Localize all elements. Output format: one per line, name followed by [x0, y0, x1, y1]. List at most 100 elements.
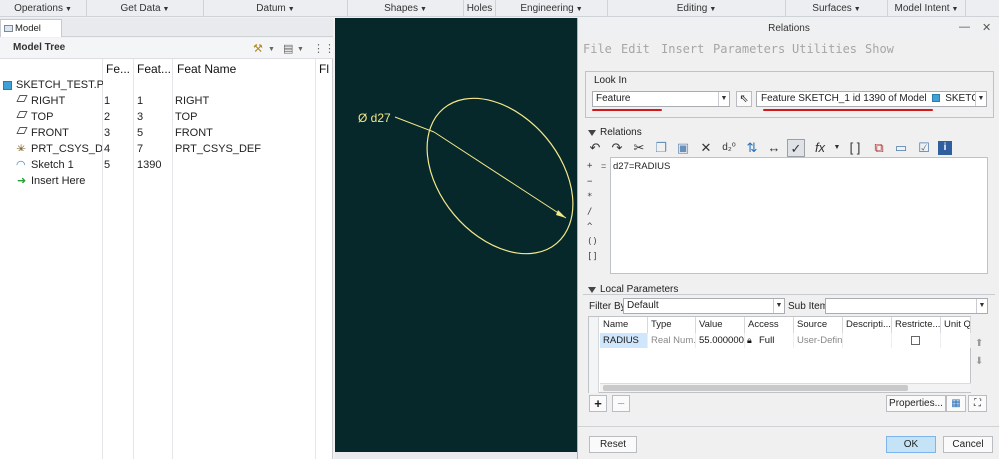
chevron-down-icon[interactable]: ▼	[828, 139, 846, 157]
paste-icon[interactable]: ▣	[674, 139, 692, 157]
evaluate-selection-icon[interactable]: ↔	[765, 139, 783, 157]
column-header-value[interactable]: Value	[696, 317, 745, 333]
dialog-menu-bar: File Edit Insert Parameters Utilities Sh…	[578, 42, 999, 60]
graphics-canvas[interactable]: Ø d27	[335, 18, 577, 459]
menu-show[interactable]: Show	[865, 42, 894, 56]
red-annotation-underline	[592, 109, 662, 111]
tree-row[interactable]: RIGHT 1 1 RIGHT	[0, 94, 332, 110]
cancel-button[interactable]: Cancel	[943, 436, 993, 453]
insert-units-icon[interactable]: ▭	[892, 139, 910, 157]
relations-dialog: Relations — ✕ File Edit Insert Parameter…	[577, 18, 999, 459]
sort-relations-icon[interactable]: ⇅	[743, 139, 761, 157]
tree-row[interactable]: ◠ Sketch 1 5 1390	[0, 158, 332, 174]
binoculars-icon[interactable]: ⛶	[968, 395, 987, 412]
tree-row-root[interactable]: SKETCH_TEST.PI	[0, 78, 332, 94]
cut-icon[interactable]: ✂	[630, 139, 648, 157]
tree-filters-icon[interactable]: ⋮⋮	[313, 42, 335, 55]
move-down-icon[interactable]: ⬇	[975, 356, 983, 367]
brackets-icon[interactable]: [ ]	[846, 139, 864, 157]
select-pointer-icon[interactable]: ⇖	[736, 91, 752, 107]
look-in-type-select[interactable]: Feature ▼	[592, 91, 730, 107]
function-icon[interactable]: fx	[811, 139, 829, 157]
column-header-unit-quantity[interactable]: Unit Qu	[941, 317, 971, 333]
undo-icon[interactable]: ↶	[586, 139, 604, 157]
access-cell[interactable]: 🔒︎ Full	[745, 333, 794, 348]
menu-utilities[interactable]: Utilities	[792, 42, 857, 56]
sketch-ellipse[interactable]	[397, 70, 577, 282]
menu-parameters[interactable]: Parameters	[713, 42, 785, 56]
minimize-icon[interactable]: —	[959, 21, 970, 33]
column-header-flags[interactable]: Fl	[319, 62, 331, 76]
collapse-arrow-icon[interactable]	[588, 130, 596, 136]
column-header-description[interactable]: Descripti...	[843, 317, 892, 333]
chevron-down-icon[interactable]: ▼	[297, 46, 304, 53]
column-header-access[interactable]: Access	[745, 317, 794, 333]
info-icon[interactable]: i	[938, 141, 952, 155]
column-header-name[interactable]: Name	[600, 317, 648, 333]
table-view-icon[interactable]: ▦	[946, 395, 966, 412]
column-header-feat-id[interactable]: Feat...	[137, 62, 171, 76]
menu-file[interactable]: File	[583, 42, 612, 56]
menu-edit[interactable]: Edit	[621, 42, 650, 56]
horizontal-scrollbar[interactable]	[600, 383, 971, 392]
ribbon-group-bar: Operations ▼ Get Data ▼ Datum ▼ Shapes ▼ Hol…	[0, 0, 999, 17]
collapse-arrow-icon[interactable]	[588, 287, 596, 293]
dimension-line	[433, 131, 567, 219]
copy-icon[interactable]: ❐	[652, 139, 670, 157]
ribbon-group-engineering[interactable]: Engineering ▼	[496, 0, 608, 17]
sub-items-select[interactable]: ▼	[825, 298, 988, 314]
operator-multiply[interactable]: *	[587, 192, 592, 202]
verify-list-icon[interactable]: ☑	[915, 139, 933, 157]
redo-icon[interactable]: ↷	[608, 139, 626, 157]
ribbon-group-get-data[interactable]: Get Data ▼	[87, 0, 204, 17]
ribbon-group-shapes[interactable]: Shapes ▼	[348, 0, 464, 17]
look-in-feature-select[interactable]: Feature SKETCH_1 id 1390 of Model SKETCH…	[756, 91, 987, 107]
relations-text-editor[interactable]: d27=RADIUS	[610, 157, 988, 274]
column-header-restricted[interactable]: Restricte...	[892, 317, 941, 333]
tab-model-tree[interactable]: Model Tree	[0, 19, 62, 51]
insert-parameter-icon[interactable]: ⧉	[870, 139, 888, 157]
chevron-down-icon: ▼	[64, 6, 72, 13]
tree-row[interactable]: TOP 2 3 TOP	[0, 110, 332, 126]
ribbon-group-editing[interactable]: Editing ▼	[608, 0, 786, 17]
tree-row[interactable]: ✳ PRT_CSYS_DEF 4 7 PRT_CSYS_DEF	[0, 142, 332, 158]
reset-button[interactable]: Reset	[589, 436, 637, 453]
column-header-feat-name[interactable]: Feat Name	[177, 62, 307, 76]
scrollbar-thumb[interactable]	[603, 385, 908, 391]
ok-button[interactable]: OK	[886, 436, 936, 453]
remove-parameter-button[interactable]: −	[612, 395, 630, 412]
verify-relations-icon[interactable]: ✓	[787, 139, 805, 157]
switch-dimensions-icon[interactable]: d₂⁰	[720, 139, 738, 157]
ribbon-group-holes[interactable]: Holes	[464, 0, 496, 17]
operator-minus[interactable]: −	[587, 177, 592, 187]
close-icon[interactable]: ✕	[982, 21, 991, 34]
model-tree-header: Model Tree ⚒ ▼ ▤ ▼ ⋮⋮	[0, 38, 335, 59]
ribbon-group-datum[interactable]: Datum ▼	[204, 0, 348, 17]
operator-plus[interactable]: +	[587, 161, 592, 171]
move-up-icon[interactable]: ⬆	[975, 338, 983, 349]
chevron-down-icon: ▼	[975, 92, 986, 106]
operator-brackets[interactable]: []	[587, 252, 598, 262]
operator-divide[interactable]: /	[587, 207, 592, 217]
restricted-cell[interactable]	[892, 333, 941, 348]
chevron-down-icon[interactable]: ▼	[268, 46, 275, 53]
show-columns-icon[interactable]: ▤	[283, 42, 293, 55]
ribbon-group-model-intent[interactable]: Model Intent ▼	[888, 0, 966, 17]
add-parameter-button[interactable]: +	[589, 395, 607, 412]
ribbon-group-operations[interactable]: Operations ▼	[0, 0, 87, 17]
dimension-label[interactable]: Ø d27	[358, 111, 391, 125]
column-header-source[interactable]: Source	[794, 317, 843, 333]
filter-by-select[interactable]: Default ▼	[623, 298, 785, 314]
ribbon-group-surfaces[interactable]: Surfaces ▼	[786, 0, 888, 17]
operator-power[interactable]: ^	[587, 222, 592, 232]
menu-insert[interactable]: Insert	[661, 42, 704, 56]
tree-settings-icon[interactable]: ⚒	[253, 42, 263, 55]
properties-button[interactable]: Properties...	[886, 395, 946, 412]
operator-parentheses[interactable]: ()	[587, 237, 598, 247]
delete-icon[interactable]: ✕	[697, 139, 715, 157]
column-header-type[interactable]: Type	[648, 317, 696, 333]
restricted-checkbox[interactable]	[911, 336, 920, 345]
tree-row-insert-here[interactable]: ➜ Insert Here	[0, 174, 332, 190]
column-header-feat-num[interactable]: Fe...	[106, 62, 134, 76]
tree-row[interactable]: FRONT 3 5 FRONT	[0, 126, 332, 142]
